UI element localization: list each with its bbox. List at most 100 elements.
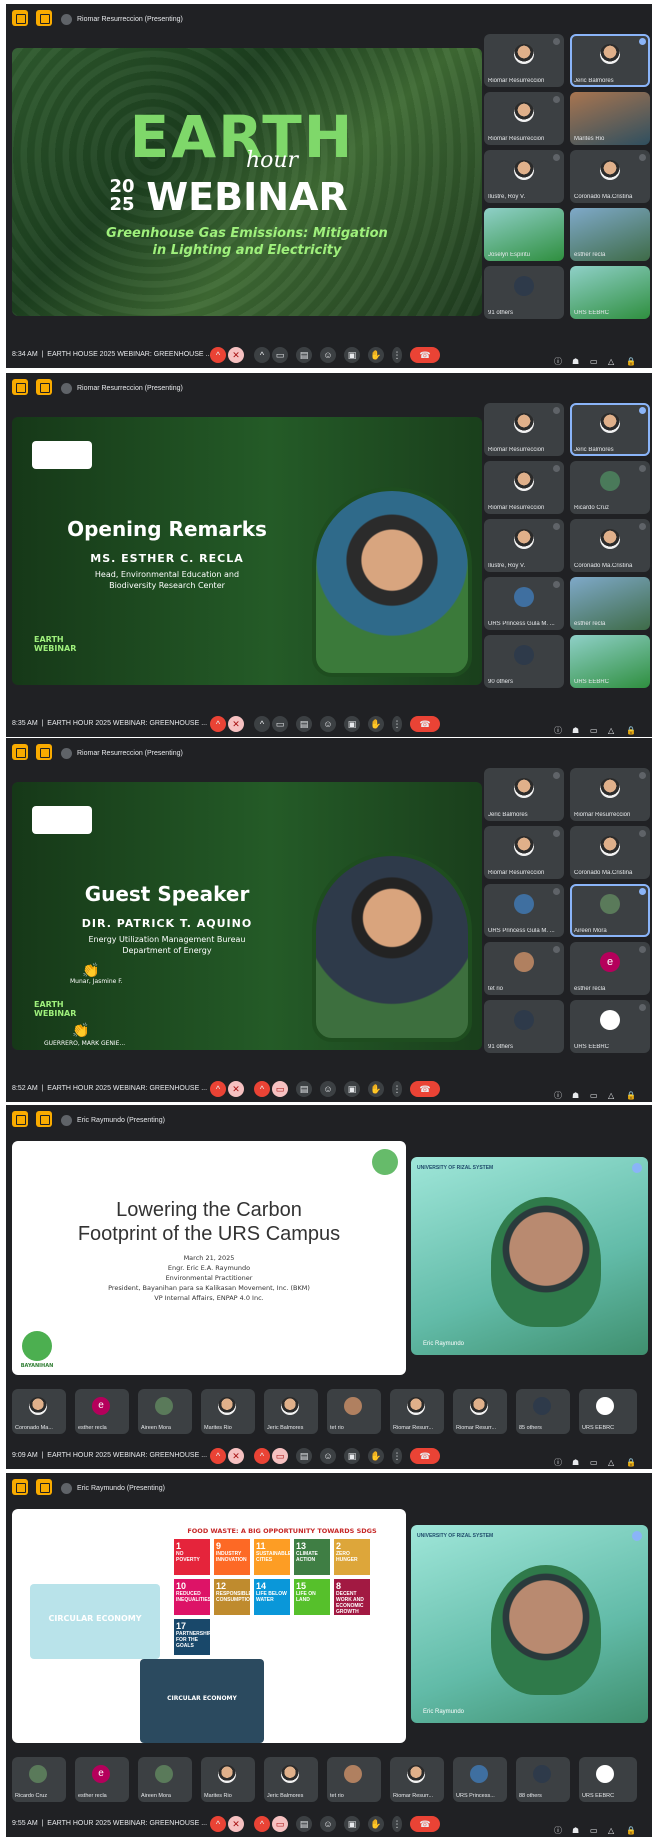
captions-button[interactable]: ▤ [296, 347, 312, 363]
activities-icon[interactable]: △ [608, 720, 617, 735]
more-options-icon[interactable]: ⋮ [392, 1816, 402, 1832]
participant-tile[interactable]: URS EEBRC [570, 1000, 650, 1053]
participant-tile[interactable]: e esther recla [75, 1389, 129, 1434]
captions-button[interactable]: ▤ [296, 716, 312, 732]
participant-tile[interactable]: Riomar Resurr... [390, 1757, 444, 1802]
participant-tile[interactable]: esther recla [570, 577, 650, 630]
participant-tile[interactable]: Aireen Mora [570, 884, 650, 937]
pip-icon[interactable] [12, 379, 28, 395]
raise-hand-button[interactable]: ✋ [368, 1448, 384, 1464]
camera-button[interactable]: ▭ [272, 347, 288, 363]
participant-tile[interactable]: Jeric Balmores [264, 1757, 318, 1802]
participant-tile[interactable]: Riomar Resurreccion [484, 461, 564, 514]
participant-tile[interactable]: URS Princess... [453, 1757, 507, 1802]
info-icon[interactable]: ⓘ [554, 720, 563, 735]
chat-icon[interactable]: ▭ [590, 1452, 599, 1467]
raise-hand-button[interactable]: ✋ [368, 716, 384, 732]
captions-button[interactable]: ▤ [296, 1448, 312, 1464]
chevron-up-icon[interactable]: ^ [210, 716, 226, 732]
participant-tile[interactable]: 91 others [484, 266, 564, 319]
info-icon[interactable]: ⓘ [554, 1452, 563, 1467]
participant-tile[interactable]: Joselyn Espiritu [484, 208, 564, 261]
activities-icon[interactable]: △ [608, 1085, 617, 1100]
captions-button[interactable]: ▤ [296, 1081, 312, 1097]
participant-tile[interactable]: Coronado Ma.Cristina [570, 826, 650, 879]
participant-tile[interactable]: Jeric Balmores [264, 1389, 318, 1434]
present-button[interactable]: ▣ [344, 1448, 360, 1464]
more-options-icon[interactable]: ⋮ [392, 1448, 402, 1464]
emoji-button[interactable]: ☺ [320, 716, 336, 732]
lock-icon[interactable]: 🔒 [626, 1085, 636, 1100]
participant-tile[interactable]: Marites Rio [201, 1389, 255, 1434]
activities-icon[interactable]: △ [608, 351, 617, 366]
chevron-up-icon[interactable]: ^ [210, 347, 226, 363]
pin-icon[interactable] [36, 10, 52, 26]
participant-tile[interactable]: URS EEBRC [579, 1389, 637, 1434]
pip-icon[interactable] [12, 744, 28, 760]
chat-icon[interactable]: ▭ [590, 351, 599, 366]
mic-off-button[interactable]: ✕ [228, 347, 244, 363]
leave-call-button[interactable]: ☎ [410, 1448, 440, 1464]
participant-tile[interactable]: Riomar Resurreccion [484, 92, 564, 145]
pip-icon[interactable] [12, 1111, 28, 1127]
camera-options-icon[interactable]: ^ [254, 1448, 270, 1464]
lock-icon[interactable]: 🔒 [626, 720, 636, 735]
pip-icon[interactable] [12, 1479, 28, 1495]
participant-tile[interactable]: URS EEBRC [570, 635, 650, 688]
raise-hand-button[interactable]: ✋ [368, 347, 384, 363]
participant-tile[interactable]: 91 others [484, 1000, 564, 1053]
pin-icon[interactable] [36, 1111, 52, 1127]
present-button[interactable]: ▣ [344, 716, 360, 732]
emoji-button[interactable]: ☺ [320, 347, 336, 363]
participant-tile[interactable]: Riomar Resurreccion [570, 768, 650, 821]
participant-tile[interactable]: e esther recla [75, 1757, 129, 1802]
emoji-button[interactable]: ☺ [320, 1816, 336, 1832]
chevron-up-icon[interactable]: ^ [210, 1816, 226, 1832]
mic-off-button[interactable]: ✕ [228, 1448, 244, 1464]
camera-off-button[interactable]: ▭ [272, 1448, 288, 1464]
mic-off-button[interactable]: ✕ [228, 1816, 244, 1832]
participant-tile[interactable]: tet rio [327, 1389, 381, 1434]
info-icon[interactable]: ⓘ [554, 351, 563, 366]
participant-tile[interactable]: Ricardo Cruz [570, 461, 650, 514]
leave-call-button[interactable]: ☎ [410, 716, 440, 732]
raise-hand-button[interactable]: ✋ [368, 1816, 384, 1832]
chevron-up-icon[interactable]: ^ [210, 1448, 226, 1464]
present-button[interactable]: ▣ [344, 1081, 360, 1097]
participant-tile[interactable]: 90 others [484, 635, 564, 688]
info-icon[interactable]: ⓘ [554, 1085, 563, 1100]
chat-icon[interactable]: ▭ [590, 1085, 599, 1100]
participant-tile[interactable]: Jeric Balmores [570, 34, 650, 87]
people-icon[interactable]: ☗ [572, 1820, 581, 1835]
participant-tile[interactable]: Aireen Mora [138, 1757, 192, 1802]
participant-tile[interactable]: Marites Rio [570, 92, 650, 145]
activities-icon[interactable]: △ [608, 1452, 617, 1467]
more-options-icon[interactable]: ⋮ [392, 347, 402, 363]
camera-options-icon[interactable]: ^ [254, 1816, 270, 1832]
pip-icon[interactable] [12, 10, 28, 26]
mic-off-button[interactable]: ✕ [228, 716, 244, 732]
camera-options-icon[interactable]: ^ [254, 347, 270, 363]
lock-icon[interactable]: 🔒 [626, 1452, 636, 1467]
participant-tile[interactable]: e esther recla [570, 942, 650, 995]
participant-tile[interactable]: Ilustre, Roy V. [484, 150, 564, 203]
participant-tile[interactable]: Marites Rio [201, 1757, 255, 1802]
activities-icon[interactable]: △ [608, 1820, 617, 1835]
present-button[interactable]: ▣ [344, 1816, 360, 1832]
participant-tile[interactable]: tet rio [327, 1757, 381, 1802]
pin-icon[interactable] [36, 1479, 52, 1495]
more-options-icon[interactable]: ⋮ [392, 1081, 402, 1097]
participant-tile[interactable]: URS EEBRC [570, 266, 650, 319]
participant-tile[interactable]: Riomar Resurreccion [484, 403, 564, 456]
emoji-button[interactable]: ☺ [320, 1448, 336, 1464]
pin-icon[interactable] [36, 744, 52, 760]
present-button[interactable]: ▣ [344, 347, 360, 363]
camera-off-button[interactable]: ▭ [272, 1816, 288, 1832]
participant-tile[interactable]: Ricardo Cruz [12, 1757, 66, 1802]
chat-icon[interactable]: ▭ [590, 1820, 599, 1835]
participant-tile[interactable]: URS Princess Gula M. ... [484, 577, 564, 630]
leave-call-button[interactable]: ☎ [410, 1081, 440, 1097]
lock-icon[interactable]: 🔒 [626, 1820, 636, 1835]
chat-icon[interactable]: ▭ [590, 720, 599, 735]
participant-tile[interactable]: 88 others [516, 1757, 570, 1802]
